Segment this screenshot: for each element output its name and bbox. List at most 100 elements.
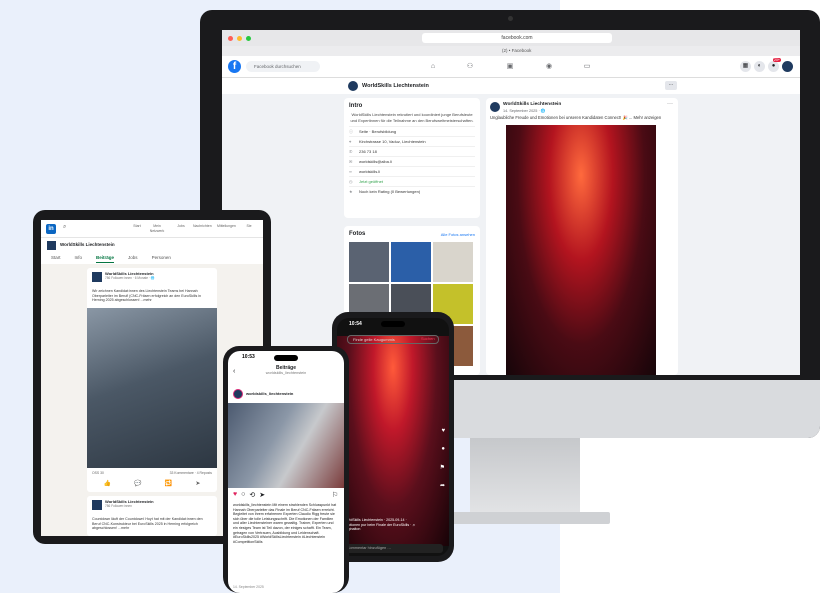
- menu-icon[interactable]: ▦: [740, 61, 751, 72]
- intro-row-phone[interactable]: ✆ 236 73 18: [349, 146, 475, 156]
- heart-icon[interactable]: ♥: [441, 428, 445, 434]
- window-minimize-button[interactable]: [237, 35, 242, 41]
- post-image[interactable]: [506, 125, 656, 375]
- tab-posts[interactable]: Beiträge: [96, 253, 115, 263]
- address-bar[interactable]: facebook.com: [422, 33, 612, 43]
- post-more-icon[interactable]: ···: [667, 101, 673, 107]
- facebook-post: WorldSkills Liechtenstein 14. September …: [486, 98, 678, 375]
- groups-icon[interactable]: ◉: [544, 62, 554, 72]
- page-title[interactable]: WorldSkills Liechtenstein: [362, 81, 429, 91]
- intro-row-email[interactable]: ✉ worldskills@aiba.li: [349, 156, 475, 166]
- facebook-logo-icon[interactable]: f: [228, 60, 241, 73]
- friends-icon[interactable]: ⚇: [465, 62, 475, 72]
- search-icon[interactable]: ⌕: [63, 224, 66, 231]
- instagram-screen: 10:53 ‹ Beiträge worldskills_liechtenste…: [228, 351, 344, 593]
- linkedin-logo-icon[interactable]: in: [46, 224, 56, 234]
- page-logo[interactable]: [47, 241, 56, 250]
- status-time: 10:53: [242, 354, 255, 360]
- post-caption: worldskills_liechtenstein Mit einem stra…: [233, 503, 337, 544]
- intro-row-category: ⓘ Seite · Berufsbildung: [349, 126, 475, 136]
- dynamic-island: [381, 321, 405, 327]
- intro-row-address[interactable]: ⌖ Kirchstrasse 10, Vaduz, Liechtenstein: [349, 136, 475, 146]
- post-author-avatar[interactable]: [92, 500, 102, 510]
- gaming-icon[interactable]: ▭: [582, 62, 592, 72]
- browser-tab[interactable]: (2) • Facebook: [222, 46, 800, 56]
- nav-notifications[interactable]: Mitteilungen: [217, 224, 236, 229]
- nav-home[interactable]: Start: [129, 224, 145, 229]
- nav-me[interactable]: Sie: [241, 224, 257, 229]
- home-icon[interactable]: ⌂: [428, 62, 438, 72]
- imac-stand: [470, 438, 580, 518]
- tab-start[interactable]: Start: [51, 253, 61, 263]
- post-text: Unglaubliche Freude und Emotionen bei un…: [490, 115, 662, 120]
- photo-thumb[interactable]: [391, 242, 431, 282]
- window-close-button[interactable]: [228, 35, 233, 41]
- linkedin-post: WorldSkills Liechtenstein 786 Follower:i…: [87, 268, 217, 492]
- photo-thumb[interactable]: [433, 242, 473, 282]
- comment-input[interactable]: Kommentar hinzufügen …: [343, 544, 443, 553]
- notifications-icon[interactable]: ●: [768, 61, 779, 72]
- post-author[interactable]: WorldSkills Liechtenstein: [503, 102, 561, 107]
- intro-title: Intro: [349, 103, 363, 109]
- page-avatar[interactable]: [348, 81, 358, 91]
- nav-jobs[interactable]: Jobs: [173, 224, 189, 229]
- notification-badge: 20+: [773, 58, 781, 62]
- pin-icon: ⌖: [349, 139, 352, 144]
- comment-icon[interactable]: 💬: [134, 480, 141, 487]
- bookmark-icon[interactable]: ⚑: [440, 464, 445, 471]
- intro-description: WorldSkills Liechtenstein rekrutiert und…: [350, 112, 474, 123]
- nav-network[interactable]: Mein Netzwerk: [149, 224, 165, 234]
- clock-icon: ◷: [349, 179, 353, 184]
- photo-thumb[interactable]: [349, 242, 389, 282]
- page-more-button[interactable]: ···: [665, 81, 677, 90]
- post-author[interactable]: worldskills_liechtenstein: [246, 391, 293, 396]
- heart-icon[interactable]: ♥: [233, 491, 237, 499]
- nav-messages[interactable]: Nachrichten: [193, 224, 212, 229]
- post-image[interactable]: [87, 308, 217, 468]
- post-meta: 786 Follower:innen · 6 Monate · 🌐: [105, 276, 155, 280]
- post-image[interactable]: [228, 403, 344, 488]
- tab-info[interactable]: Info: [75, 253, 83, 263]
- post-author-avatar[interactable]: [490, 102, 500, 112]
- tab-jobs[interactable]: Jobs: [128, 253, 138, 263]
- info-icon: ⓘ: [349, 129, 353, 134]
- share-icon[interactable]: ➦: [440, 482, 445, 489]
- repost-icon[interactable]: 🔁: [165, 480, 172, 487]
- reactions-count[interactable]: OSS 30: [92, 471, 104, 475]
- post-text: Wir zeichnen Kandidat:innen des Liechten…: [92, 289, 202, 303]
- post-author-avatar[interactable]: [233, 389, 243, 399]
- intro-row-hours[interactable]: ◷ Jetzt geöffnet: [349, 176, 475, 186]
- all-photos-link[interactable]: Alle Fotos ansehen: [441, 232, 475, 237]
- linkedin-topbar: in ⌕ Start Mein Netzwerk Jobs Nachrichte…: [41, 220, 263, 238]
- dynamic-island: [274, 355, 298, 361]
- intro-row-website[interactable]: ∞ worldskills.li: [349, 166, 475, 176]
- comments-count[interactable]: 33 Kommentare · 4 Reposts: [170, 471, 212, 475]
- facebook-search-input[interactable]: Facebook durchsuchen: [246, 61, 320, 72]
- post-author-avatar[interactable]: [92, 272, 102, 282]
- profile-avatar[interactable]: [782, 61, 793, 72]
- comment-icon[interactable]: ○: [241, 491, 245, 499]
- imac-camera: [508, 16, 513, 21]
- messenger-icon[interactable]: ◐: [754, 61, 765, 72]
- repost-icon[interactable]: ⟲: [249, 491, 255, 499]
- page-name[interactable]: WorldSkills Liechtenstein: [60, 242, 115, 247]
- video-frame[interactable]: [337, 336, 449, 546]
- marketplace-icon[interactable]: ▣: [505, 62, 515, 72]
- page-header: WorldSkills Liechtenstein ···: [222, 78, 800, 94]
- like-icon[interactable]: 👍: [104, 480, 111, 487]
- window-maximize-button[interactable]: [246, 35, 251, 41]
- send-icon[interactable]: ➤: [259, 491, 265, 499]
- send-icon[interactable]: ➤: [195, 480, 200, 487]
- bookmark-icon[interactable]: ⚐: [332, 491, 338, 499]
- linkedin-post: WorldSkills Liechtenstein 786 Follower:i…: [87, 496, 217, 536]
- status-time: 10:54: [349, 321, 362, 327]
- post-actions: 👍 💬 🔁 ➤: [92, 480, 212, 487]
- search-button[interactable]: Suchen: [421, 336, 435, 341]
- tab-people[interactable]: Personen: [152, 253, 171, 263]
- tiktok-screen: 10:54 Finde geile Kaugummis Suchen ♥ ● ⚑…: [337, 318, 449, 556]
- post-date[interactable]: 14. September 2025 · 🌐: [503, 108, 546, 113]
- post-meta: 786 Follower:innen: [105, 504, 132, 508]
- comment-icon[interactable]: ●: [441, 446, 445, 452]
- link-icon: ∞: [349, 169, 352, 174]
- phone-icon: ✆: [349, 149, 353, 154]
